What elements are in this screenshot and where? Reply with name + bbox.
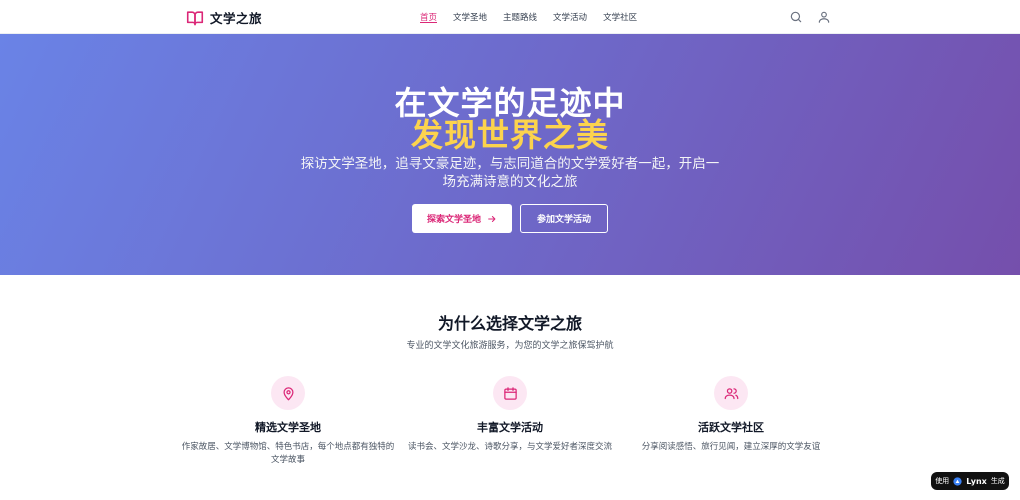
generated-by-badge[interactable]: 使用 Lynx 生成 (931, 472, 1009, 490)
nav-literary-sites[interactable]: 文学圣地 (445, 0, 495, 34)
feature-desc: 作家故居、文学博物馆、特色书店，每个地点都有独特的文学故事 (181, 442, 395, 465)
feature-card-community: 活跃文学社区 分享阅读感悟、旅行见闻，建立深厚的文学友谊 (621, 376, 841, 454)
arrow-right-icon (488, 215, 496, 222)
feature-title: 活跃文学社区 (698, 421, 764, 434)
feature-title: 丰富文学活动 (477, 421, 543, 434)
hero-title-line2: 发现世界之美 (410, 116, 609, 154)
lynx-logo-icon (953, 476, 962, 486)
map-pin-icon (283, 386, 293, 400)
book-open-icon (186, 10, 204, 25)
brand-name: 文学之旅 (210, 11, 263, 26)
feature-desc: 读书会、文学沙龙、诗歌分享，与文学爱好者深度交流 (407, 442, 612, 452)
feature-card-sites: 精选文学圣地 作家故居、文学博物馆、特色书店，每个地点都有独特的文学故事 (178, 376, 398, 467)
calendar-icon (503, 386, 517, 400)
search-icon[interactable] (789, 10, 803, 24)
main-nav: 首页 文学圣地 主题路线 文学活动 文学社区 (412, 0, 645, 34)
feature-card-events: 丰富文学活动 读书会、文学沙龙、诗歌分享，与文学爱好者深度交流 (400, 376, 620, 454)
nav-theme-routes[interactable]: 主题路线 (495, 0, 545, 34)
features-subtitle: 专业的文学文化旅游服务，为您的文学之旅保驾护航 (406, 341, 614, 351)
nav-home[interactable]: 首页 (412, 0, 445, 34)
explore-sites-label: 探索文学圣地 (426, 215, 481, 225)
user-icon[interactable] (817, 10, 831, 24)
feature-icon-bg (714, 376, 748, 410)
join-events-label: 参加文学活动 (536, 215, 591, 225)
badge-prefix: 使用 (935, 477, 950, 485)
nav-literary-community[interactable]: 文学社区 (595, 0, 645, 34)
features-title: 为什么选择文学之旅 (437, 314, 582, 333)
feature-icon-bg (271, 376, 305, 410)
feature-desc: 分享阅读感悟、旅行见闻，建立深厚的文学友谊 (641, 442, 821, 452)
top-navbar: 文学之旅 首页 文学圣地 主题路线 文学活动 文学社区 (0, 0, 1020, 34)
nav-literary-events[interactable]: 文学活动 (545, 0, 595, 34)
hero-banner: 在文学的足迹中 发现世界之美 探访文学圣地，追寻文豪足迹，与志同道合的文学爱好者… (0, 34, 1020, 275)
explore-sites-button[interactable]: 探索文学圣地 (412, 204, 512, 233)
badge-suffix: 生成 (990, 477, 1005, 485)
hero-subtitle: 探访文学圣地，追寻文豪足迹，与志同道合的文学爱好者一起，开启一场充满诗意的文化之… (300, 156, 720, 190)
users-icon (724, 387, 738, 399)
feature-icon-bg (493, 376, 527, 410)
feature-title: 精选文学圣地 (255, 421, 321, 434)
join-events-button[interactable]: 参加文学活动 (520, 204, 608, 233)
badge-brand: Lynx (966, 476, 987, 486)
brand-logo[interactable]: 文学之旅 (186, 8, 262, 27)
